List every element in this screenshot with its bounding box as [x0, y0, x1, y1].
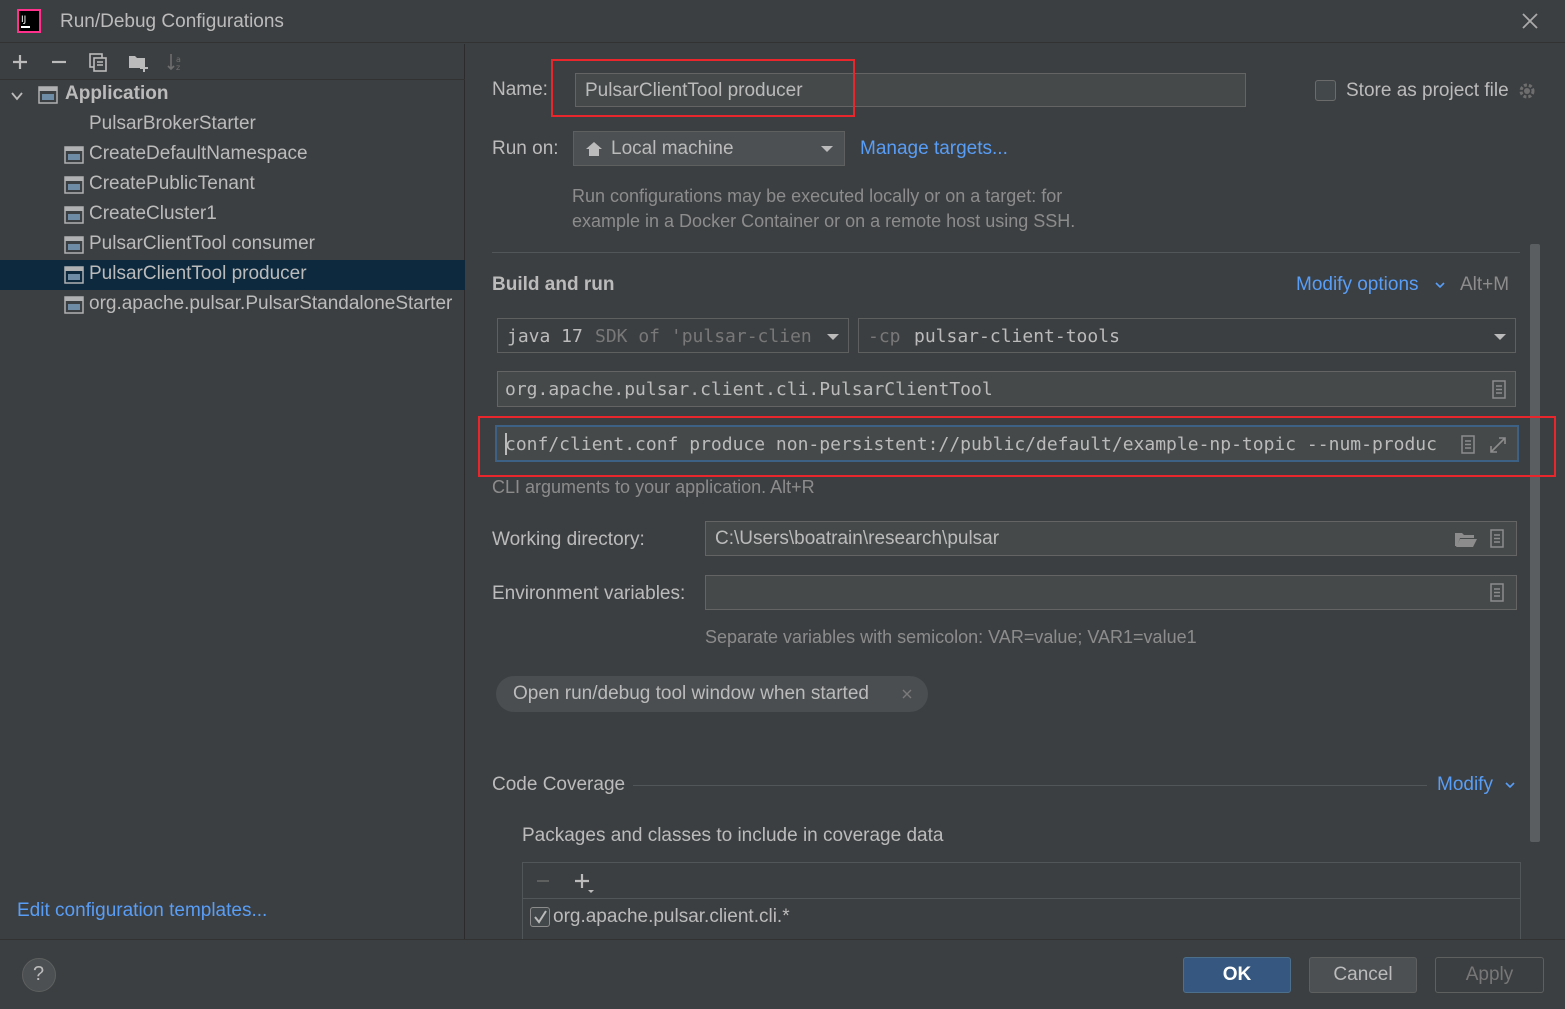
- help-icon[interactable]: ?: [22, 958, 56, 992]
- manage-targets-link[interactable]: Manage targets...: [860, 138, 1008, 160]
- ok-button[interactable]: OK: [1183, 957, 1291, 993]
- app-logo-icon: IJ: [17, 9, 41, 33]
- modify-options-shortcut: Alt+M: [1460, 274, 1510, 295]
- coverage-list-toolbar: [523, 863, 1520, 899]
- tree-item-label: PulsarClientTool producer: [89, 263, 307, 284]
- dropdown-arrow-icon: [821, 146, 833, 152]
- config-icon: [64, 146, 84, 164]
- close-icon[interactable]: [1517, 8, 1543, 34]
- name-label: Name:: [492, 79, 548, 100]
- run-on-dropdown[interactable]: Local machine: [573, 131, 845, 166]
- svg-text:z: z: [176, 63, 180, 72]
- coverage-packages-label: Packages and classes to include in cover…: [522, 825, 944, 846]
- environment-variables-hint: Separate variables with semicolon: VAR=v…: [705, 627, 1197, 647]
- tree-item-pulsar-broker-starter[interactable]: PulsarBrokerStarter: [0, 110, 465, 140]
- run-on-hint-line2: example in a Docker Container or on a re…: [572, 211, 1076, 231]
- tree-group-application[interactable]: Application: [0, 80, 465, 110]
- application-config-icon: [38, 86, 58, 104]
- run-on-label: Run on:: [492, 138, 559, 159]
- environment-variables-label: Environment variables:: [492, 583, 686, 604]
- separator: [492, 252, 1520, 253]
- cancel-button[interactable]: Cancel: [1309, 957, 1417, 993]
- folder-icon[interactable]: [1454, 530, 1478, 548]
- remove-icon[interactable]: [534, 872, 552, 890]
- config-icon: [64, 266, 84, 284]
- gear-icon[interactable]: [1517, 81, 1537, 101]
- tree-group-label: Application: [65, 83, 169, 104]
- tree-item-label: PulsarClientTool consumer: [89, 233, 315, 254]
- main-class-input[interactable]: org.apache.pulsar.client.cli.PulsarClien…: [497, 371, 1516, 407]
- tree-item-create-cluster1[interactable]: CreateCluster1: [0, 200, 465, 230]
- chevron-down-icon: [1505, 782, 1515, 789]
- working-directory-label: Working directory:: [492, 529, 645, 550]
- store-as-project-file-checkbox[interactable]: [1315, 80, 1336, 101]
- run-on-hint-line1: Run configurations may be executed local…: [572, 186, 1063, 206]
- svg-text:IJ: IJ: [21, 15, 26, 25]
- working-directory-input[interactable]: C:\Users\boatrain\research\pulsar: [705, 521, 1517, 556]
- edit-configuration-templates-link[interactable]: Edit configuration templates...: [17, 900, 267, 922]
- vertical-scrollbar[interactable]: [1530, 244, 1540, 842]
- coverage-list: org.apache.pulsar.client.cli.*: [522, 862, 1521, 939]
- run-on-value: Local machine: [611, 138, 734, 159]
- tree-item-label: CreatePublicTenant: [89, 173, 255, 194]
- jdk-dropdown[interactable]: java 17 SDK of 'pulsar-clien: [497, 318, 849, 353]
- classpath-value: pulsar-client-tools: [914, 326, 1120, 347]
- option-chip[interactable]: Open run/debug tool window when started: [496, 676, 928, 712]
- sort-icon[interactable]: az: [164, 50, 188, 74]
- coverage-item-label: org.apache.pulsar.client.cli.*: [553, 906, 790, 927]
- tree-item-label: org.apache.pulsar.PulsarStandaloneStarte…: [89, 293, 453, 314]
- browse-icon[interactable]: [1489, 583, 1505, 602]
- add-icon[interactable]: [572, 871, 596, 895]
- build-and-run-title: Build and run: [492, 274, 615, 295]
- code-coverage-title: Code Coverage: [492, 774, 626, 795]
- config-icon: [64, 236, 84, 254]
- chevron-down-icon: [1435, 282, 1445, 289]
- option-chip-label: Open run/debug tool window when started: [513, 683, 869, 704]
- highlight-box-arguments: [478, 416, 1556, 477]
- classpath-dropdown[interactable]: -cp pulsar-client-tools: [858, 318, 1516, 353]
- config-icon: [64, 296, 84, 314]
- config-icon: [64, 176, 84, 194]
- folder-add-icon[interactable]: [126, 50, 150, 74]
- checkmark-icon: [534, 910, 547, 924]
- window-title: Run/Debug Configurations: [60, 11, 284, 32]
- dropdown-arrow-icon: [1494, 334, 1506, 340]
- working-directory-value: C:\Users\boatrain\research\pulsar: [715, 528, 1000, 549]
- jdk-main: java 17: [507, 326, 583, 347]
- apply-button[interactable]: Apply: [1435, 957, 1544, 993]
- home-icon: [586, 142, 602, 156]
- tree-item-create-default-namespace[interactable]: CreateDefaultNamespace: [0, 140, 465, 170]
- remove-icon[interactable]: [47, 50, 71, 74]
- chevron-down-icon[interactable]: [9, 88, 25, 104]
- copy-icon[interactable]: [86, 50, 110, 74]
- store-as-project-file-label: Store as project file: [1346, 80, 1509, 101]
- highlight-box-name: [551, 59, 855, 117]
- close-icon[interactable]: [901, 688, 913, 700]
- browse-icon[interactable]: [1491, 380, 1507, 399]
- program-arguments-hint: CLI arguments to your application. Alt+R: [492, 477, 815, 497]
- environment-variables-input[interactable]: [705, 575, 1517, 610]
- tree-item-pulsar-client-tool-producer[interactable]: PulsarClientTool producer: [0, 260, 465, 290]
- modify-options-link[interactable]: Modify options: [1296, 274, 1419, 296]
- tree-item-label: CreateDefaultNamespace: [89, 143, 308, 164]
- code-coverage-modify-link[interactable]: Modify: [1437, 774, 1493, 796]
- main-class-value: org.apache.pulsar.client.cli.PulsarClien…: [505, 379, 993, 400]
- tree-item-pulsar-client-tool-consumer[interactable]: PulsarClientTool consumer: [0, 230, 465, 260]
- dropdown-arrow-icon: [827, 334, 839, 340]
- separator: [633, 785, 1427, 786]
- coverage-item-checkbox[interactable]: [530, 907, 550, 927]
- tree-toolbar: az: [0, 44, 465, 80]
- jdk-secondary: SDK of 'pulsar-clien: [595, 326, 812, 347]
- add-icon[interactable]: [8, 50, 32, 74]
- classpath-prefix: -cp: [868, 326, 901, 347]
- tree-item-pulsar-standalone-starter[interactable]: org.apache.pulsar.PulsarStandaloneStarte…: [0, 290, 465, 320]
- config-icon: [64, 206, 84, 224]
- tree-item-label: CreateCluster1: [89, 203, 217, 224]
- tree-item-create-public-tenant[interactable]: CreatePublicTenant: [0, 170, 465, 200]
- browse-icon[interactable]: [1489, 529, 1505, 548]
- tree-item-label: PulsarBrokerStarter: [89, 113, 256, 134]
